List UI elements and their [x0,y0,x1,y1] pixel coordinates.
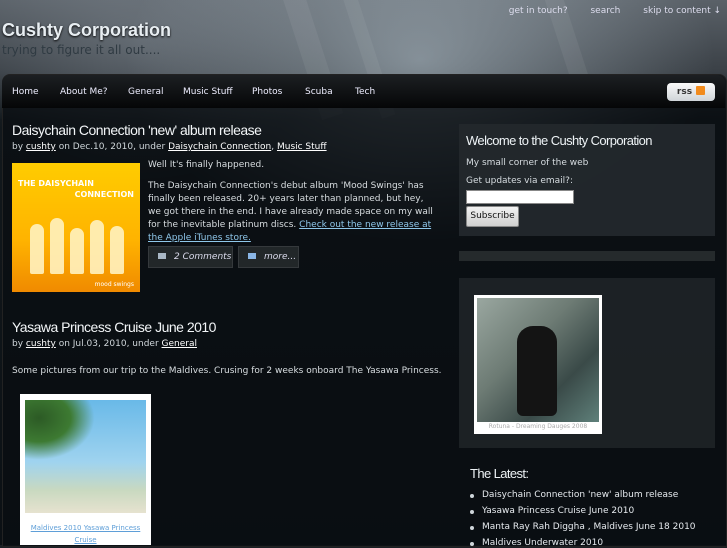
post-paragraph: Some pictures from our trip to the Maldi… [12,366,442,376]
nav-item-photos[interactable]: Photos [252,87,282,97]
album-figure [30,224,44,274]
skip-to-content-link[interactable]: skip to content ↓ [643,6,721,16]
subscribe-button[interactable]: Subscribe [466,206,519,227]
comments-label: 2 Comments [174,252,232,262]
diver-photo[interactable]: Rotuna - Dreaming Dauges 2008 [474,295,602,434]
meta-sep: , [271,142,275,152]
post-meta: by cushty on Dec.10, 2010, under Daisych… [12,142,327,152]
meta-date: on Dec.10, 2010, under [58,142,166,152]
photo-caption-link[interactable]: Maldives 2010 Yasawa Princess Cruise [20,522,151,546]
latest-post-label: Yasawa Princess Cruise June 2010 [482,506,635,516]
diver-photo-caption: Rotuna - Dreaming Dauges 2008 [488,423,588,430]
rss-label: rss [676,87,693,97]
beach-image [25,400,146,513]
meta-by: by [12,339,24,349]
get-in-touch-link[interactable]: get in touch? [509,6,568,16]
album-band-name: THE DAISYCHAIN [18,179,94,188]
album-figure [50,218,64,274]
diver-figure [517,326,557,416]
comments-button[interactable]: 2 Comments [148,246,233,268]
post-title[interactable]: Daisychain Connection 'new' album releas… [12,122,262,138]
site-tagline: trying to figure it all out.... [2,43,161,57]
category-link[interactable]: General [162,339,197,349]
arrow-icon [248,253,256,259]
nav-item-general[interactable]: General [128,87,163,97]
sidebar-divider [459,251,715,261]
latest-post-label: Maldives Underwater 2010 [482,538,604,548]
category-link[interactable]: Music Stuff [277,142,327,152]
album-figure [70,228,84,274]
latest-title: The Latest: [470,466,529,481]
nav-item-tech[interactable]: Tech [355,87,375,97]
diver-image [477,298,599,422]
email-label: Get updates via email?: [466,176,573,186]
comment-icon [158,253,166,259]
author-link[interactable]: cushty [26,339,56,349]
rss-button[interactable]: rss [667,83,715,101]
nav-item-scuba[interactable]: Scuba [305,87,333,97]
more-button[interactable]: more... [238,246,299,268]
latest-post-link[interactable]: Daisychain Connection 'new' album releas… [470,490,678,500]
album-subtitle: mood swings [94,281,134,288]
album-figure [110,226,124,274]
nav-item-music[interactable]: Music Stuff [183,87,233,97]
category-link[interactable]: Daisychain Connection [168,142,271,152]
latest-post-link[interactable]: Maldives Underwater 2010 [470,538,603,548]
meta-date: on Jul.03, 2010, under [58,339,159,349]
latest-post-label: Manta Ray Rah Diggha , Maldives June 18 … [482,522,696,532]
search-link[interactable]: search [590,6,620,16]
maldives-photo[interactable]: Maldives 2010 Yasawa Princess Cruise [20,394,151,545]
latest-post-link[interactable]: Manta Ray Rah Diggha , Maldives June 18 … [470,522,696,532]
latest-post-link[interactable]: Yasawa Princess Cruise June 2010 [470,506,634,516]
more-label: more... [264,252,297,262]
post-title[interactable]: Yasawa Princess Cruise June 2010 [12,319,216,335]
album-cover[interactable]: THE DAISYCHAIN CONNECTION mood swings [12,163,140,292]
nav-item-about[interactable]: About Me? [60,87,108,97]
meta-by: by [12,142,24,152]
post-meta: by cushty on Jul.03, 2010, under General [12,339,197,349]
site-title[interactable]: Cushty Corporation [2,20,171,41]
album-figure [90,220,104,274]
post-paragraph: Well It's finally happened. [148,160,265,170]
welcome-text: My small corner of the web [466,158,589,168]
palm-tree [25,400,95,460]
album-band-name-2: CONNECTION [74,190,134,199]
top-links: get in touch? search skip to content ↓ [489,6,721,16]
author-link[interactable]: cushty [26,142,56,152]
post-paragraph: The Daisychain Connection's debut album … [148,180,436,245]
rss-icon [696,86,706,95]
nav-item-home[interactable]: Home [12,87,39,97]
latest-post-label: Daisychain Connection 'new' album releas… [482,490,679,500]
welcome-title: Welcome to the Cushty Corporation [466,133,652,148]
email-input[interactable] [466,190,574,204]
main-nav: Home About Me? General Music Stuff Photo… [2,75,725,108]
